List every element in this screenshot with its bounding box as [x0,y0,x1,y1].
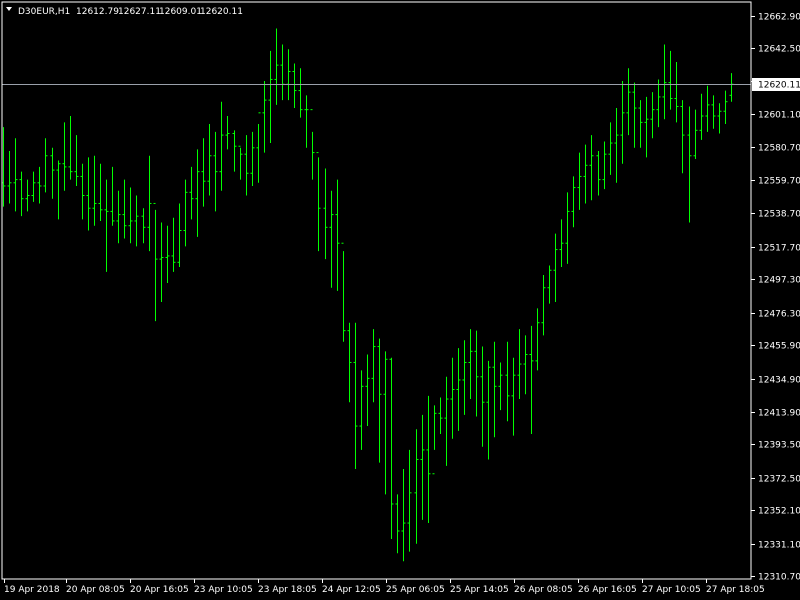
y-tick-label: 12331.10 [758,541,800,551]
y-tick-label: 12455.90 [758,342,800,352]
chart-background [0,0,800,600]
price-tag: 12620.11 [752,78,800,91]
x-tick-label: 26 Apr 08:05 [514,585,573,595]
x-tick-label: 25 Apr 14:05 [450,585,509,595]
x-tick-label: 25 Apr 06:05 [386,585,445,595]
high-value: 12627.11 [118,7,161,17]
y-tick-label: 12413.90 [758,409,800,419]
y-tick-label: 12434.90 [758,376,800,386]
y-tick-label: 12559.70 [758,177,800,187]
x-tick-label: 23 Apr 18:05 [258,585,317,595]
y-tick-label: 12580.70 [758,144,800,154]
x-tick-label: 24 Apr 12:05 [322,585,381,595]
price-chart[interactable]: 12662.9012642.5012622.3012601.1012580.70… [0,0,800,600]
close-value: 12620.11 [200,7,243,17]
x-tick-label: 27 Apr 18:05 [706,585,765,595]
y-tick-label: 12517.70 [758,244,800,254]
x-tick-label: 23 Apr 10:05 [194,585,253,595]
price-tag-text: 12620.11 [758,81,800,91]
x-tick-label: 27 Apr 10:05 [642,585,701,595]
y-tick-label: 12352.10 [758,507,800,517]
x-tick-label: 20 Apr 16:05 [130,585,189,595]
y-tick-label: 12310.70 [758,573,800,583]
y-tick-label: 12538.70 [758,210,800,220]
y-tick-label: 12642.50 [758,45,800,55]
low-value: 12609.01 [159,7,202,17]
chart-window[interactable]: 12662.9012642.5012622.3012601.1012580.70… [0,0,800,600]
y-tick-label: 12372.50 [758,475,800,485]
open-value: 12612.79 [76,7,119,17]
x-tick-label: 20 Apr 08:05 [66,585,125,595]
y-tick-label: 12497.30 [758,276,800,286]
x-tick-label: 19 Apr 2018 [4,585,60,595]
y-tick-label: 12476.30 [758,310,800,320]
y-tick-label: 12601.10 [758,111,800,121]
y-tick-label: 12393.50 [758,441,800,451]
x-tick-label: 26 Apr 16:05 [578,585,637,595]
y-tick-label: 12662.90 [758,13,800,23]
header: D30EUR,H1 12612.79 12627.11 12609.01 126… [6,7,243,17]
symbol-label: D30EUR,H1 [18,7,70,17]
